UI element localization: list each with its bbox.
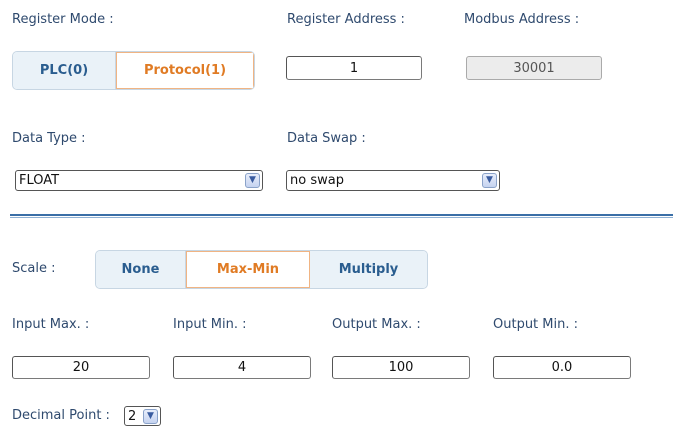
register-mode-protocol-button[interactable]: Protocol(1) [116,52,254,89]
input-max-label: Input Max. : [12,317,90,332]
scale-none-button[interactable]: None [96,251,186,288]
input-min-label: Input Min. : [173,317,247,332]
chevron-down-icon: ▼ [245,173,260,188]
register-mode-plc-button[interactable]: PLC(0) [13,52,116,89]
section-divider [10,214,673,218]
data-swap-label: Data Swap : [287,131,366,146]
data-type-label: Data Type : [12,131,86,146]
scale-multiply-button[interactable]: Multiply [310,251,427,288]
modbus-address-input [466,56,602,80]
data-type-value: FLOAT [19,173,60,188]
data-swap-select[interactable]: no swap ▼ [286,170,500,191]
register-address-input[interactable] [286,56,422,80]
scale-max-min-button[interactable]: Max-Min [186,251,310,288]
data-swap-value: no swap [290,173,344,188]
scale-label: Scale : [12,261,56,276]
modbus-address-label: Modbus Address : [464,12,580,27]
register-mode-label: Register Mode : [12,12,114,27]
output-max-label: Output Max. : [332,317,421,332]
chevron-down-icon: ▼ [482,173,497,188]
data-type-select[interactable]: FLOAT ▼ [15,170,263,191]
decimal-point-value: 2 [128,408,137,424]
register-mode-toggle: PLC(0) Protocol(1) [12,51,255,90]
output-max-field[interactable] [332,356,470,379]
output-min-field[interactable] [493,356,631,379]
scale-toggle: None Max-Min Multiply [95,250,428,289]
chevron-down-icon: ▼ [143,408,158,424]
input-min-field[interactable] [173,356,311,379]
register-address-label: Register Address : [287,12,405,27]
decimal-point-label: Decimal Point : [12,408,110,423]
input-max-field[interactable] [12,356,150,379]
output-min-label: Output Min. : [493,317,579,332]
decimal-point-select[interactable]: 2 ▼ [124,406,161,426]
